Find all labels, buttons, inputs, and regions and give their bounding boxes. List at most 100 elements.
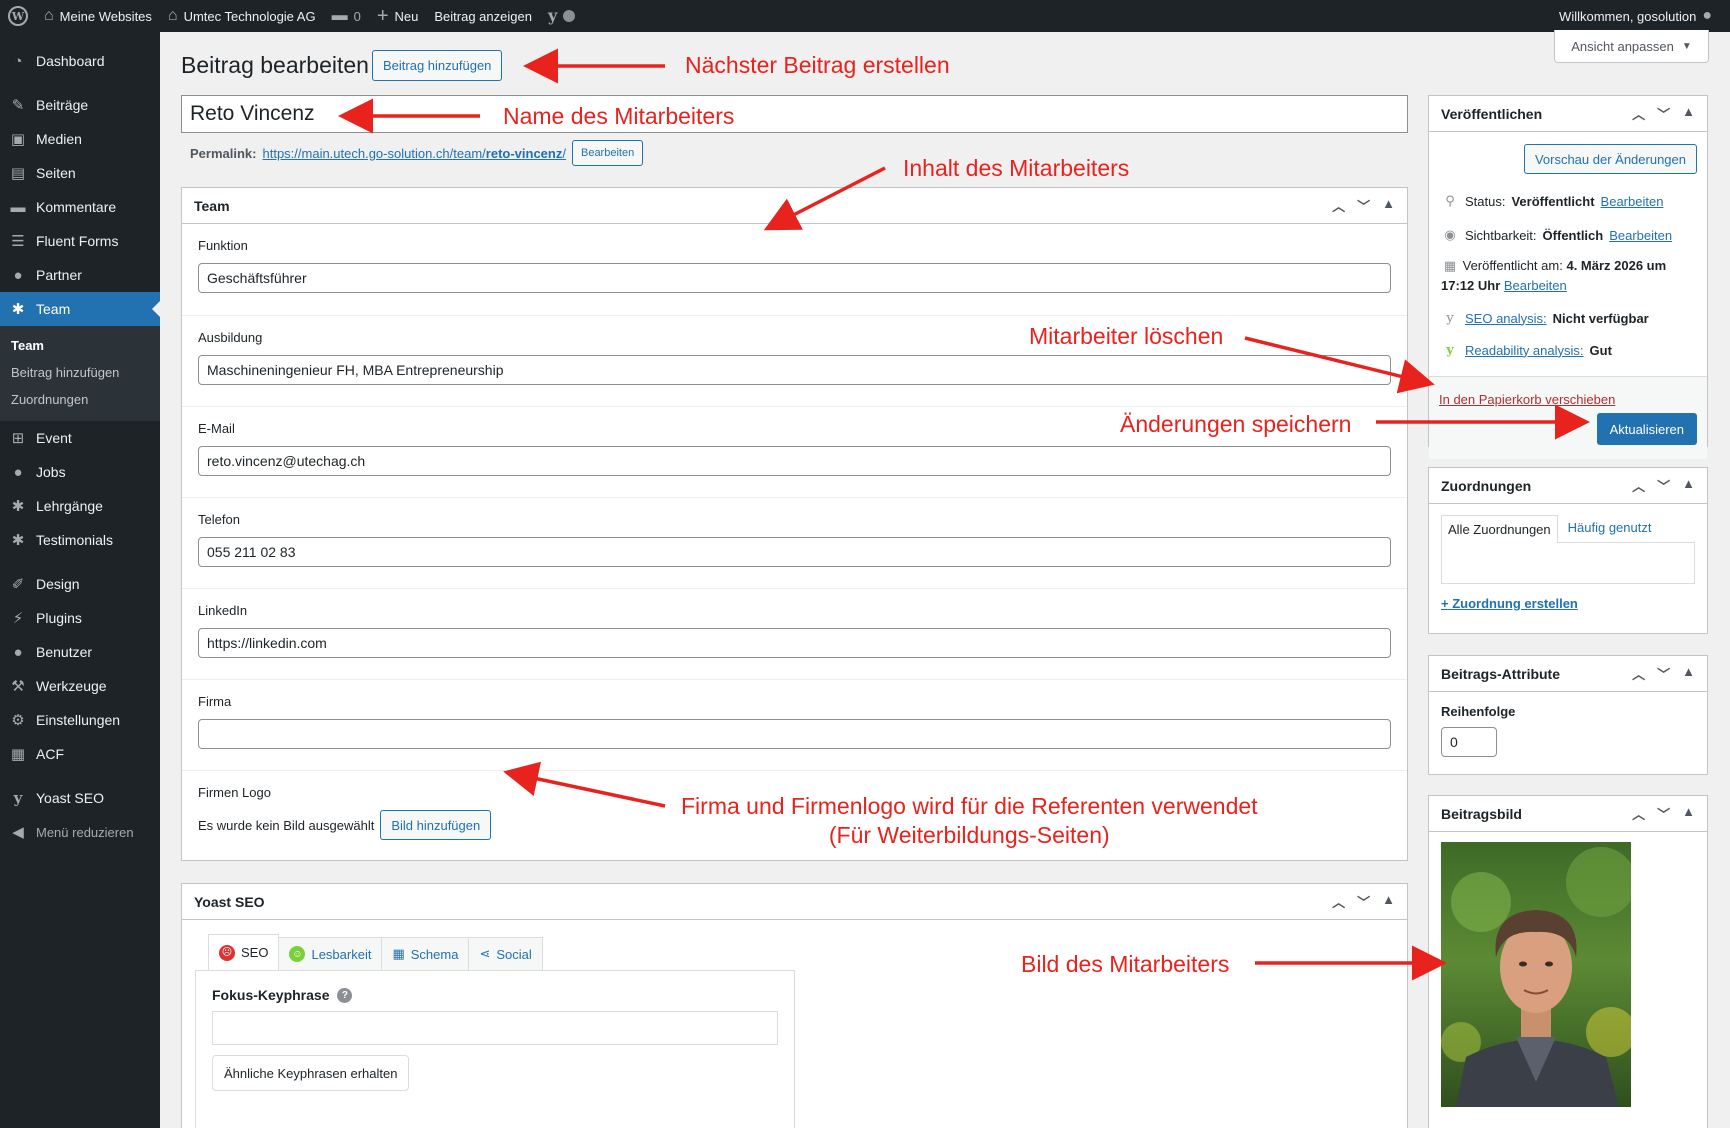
tab-popular-categories[interactable]: Häufig genutzt <box>1558 514 1662 542</box>
scrollbar-gutter[interactable] <box>1712 32 1730 1128</box>
sidebar-item-event[interactable]: ⊞ Event <box>0 421 160 455</box>
toggle-panel-icon[interactable]: ▲ <box>1382 196 1395 215</box>
acf-field-input[interactable]: https://linkedin.com <box>198 628 1391 658</box>
seo-status-dot-icon <box>563 10 576 22</box>
move-down-icon[interactable]: ﹀ <box>1657 476 1670 495</box>
my-sites-icon: ⌂ <box>44 7 54 24</box>
sidebar-item-seiten[interactable]: ▤ Seiten <box>0 156 160 190</box>
status-edit-link[interactable]: Bearbeiten <box>1601 194 1664 209</box>
move-up-icon[interactable]: ︿ <box>1632 664 1645 683</box>
add-category-link[interactable]: + Zuordnung erstellen <box>1441 596 1695 611</box>
sitemap-icon: ⊞ <box>11 430 25 447</box>
tab-social[interactable]: ⋖ Social <box>468 937 543 970</box>
page-title: Beitrag bearbeiten <box>181 52 369 78</box>
move-down-icon[interactable]: ﹀ <box>1657 664 1670 683</box>
acf-field-input[interactable]: reto.vincenz@utechag.ch <box>198 446 1391 476</box>
view-post-link[interactable]: Beitrag anzeigen <box>426 0 540 32</box>
toggle-panel-icon[interactable]: ▲ <box>1682 476 1695 495</box>
add-new-post-button[interactable]: Beitrag hinzufügen <box>372 50 503 81</box>
toggle-panel-icon[interactable]: ▲ <box>1382 892 1395 911</box>
sidebar-item-label: Benutzer <box>36 644 93 660</box>
toggle-panel-icon[interactable]: ▲ <box>1682 804 1695 823</box>
move-down-icon[interactable]: ﹀ <box>1357 892 1370 911</box>
new-content-label: Neu <box>394 8 419 24</box>
add-image-button[interactable]: Bild hinzufügen <box>380 810 492 840</box>
help-icon[interactable]: ? <box>337 987 353 1003</box>
move-up-icon[interactable]: ︿ <box>1632 476 1645 495</box>
move-down-icon[interactable]: ﹀ <box>1657 804 1670 823</box>
sidebar-item-einstellungen[interactable]: ⚙ Einstellungen <box>0 703 160 737</box>
acf-field-input[interactable]: Maschineningenieur FH, MBA Entrepreneurs… <box>198 355 1391 385</box>
status-value: Veröffentlicht <box>1511 193 1595 209</box>
sidebar-item-dashboard[interactable]: ◔ Dashboard <box>0 44 160 78</box>
sidebar-item-team[interactable]: ✱ Team <box>0 292 160 326</box>
move-down-icon[interactable]: ﹀ <box>1657 104 1670 123</box>
yoast-adminbar-button[interactable]: y <box>540 0 583 32</box>
site-name-link[interactable]: ⌂ Umtec Technologie AG <box>160 0 324 32</box>
attributes-metabox-title: Beitrags-Attribute <box>1441 665 1561 682</box>
move-up-icon[interactable]: ︿ <box>1632 804 1645 823</box>
grid-icon: ▦ <box>392 946 405 961</box>
sidebar-item-fluent-forms[interactable]: ☰ Fluent Forms <box>0 224 160 258</box>
date-edit-link[interactable]: Bearbeiten <box>1504 278 1567 293</box>
sidebar-item-medien[interactable]: ▣ Medien <box>0 122 160 156</box>
submenu-item-categories[interactable]: Zuordnungen <box>0 386 160 413</box>
tab-all-categories[interactable]: Alle Zuordnungen <box>1441 515 1558 543</box>
preview-changes-button[interactable]: Vorschau der Änderungen <box>1523 144 1697 174</box>
my-sites-label: Meine Websites <box>59 8 152 24</box>
sidebar-item-yoast[interactable]: y Yoast SEO <box>0 781 160 815</box>
comments-link[interactable]: ▬ 0 <box>324 0 369 32</box>
permalink-url[interactable]: https://main.utech.go-solution.ch/team/r… <box>262 146 566 161</box>
focus-keyphrase-input[interactable] <box>212 1011 778 1045</box>
tab-readability[interactable]: ☺ Lesbarkeit <box>278 937 383 970</box>
seo-analysis-value: Nicht verfügbar <box>1552 310 1649 326</box>
move-up-icon[interactable]: ︿ <box>1332 196 1345 215</box>
account-menu[interactable]: Willkommen, gosolution ● <box>1551 0 1720 32</box>
new-content-link[interactable]: + Neu <box>369 0 427 32</box>
sidebar-item-kommentare[interactable]: ▬ Kommentare <box>0 190 160 224</box>
readability-analysis-link[interactable]: Readability analysis: <box>1465 343 1584 358</box>
sidebar-item-testimonials[interactable]: ✱ Testimonials <box>0 523 160 557</box>
sidebar-item-design[interactable]: ✐ Design <box>0 567 160 601</box>
yoast-icon: y <box>547 6 558 25</box>
seo-analysis-link[interactable]: SEO analysis: <box>1465 311 1547 326</box>
screen-options-toggle[interactable]: Ansicht anpassen ▼ <box>1554 30 1709 63</box>
readability-value: Gut <box>1589 342 1612 358</box>
tab-seo[interactable]: ☹ SEO <box>208 934 280 970</box>
annotation-delete-employee: Mitarbeiter löschen <box>1029 323 1224 349</box>
post-title-input[interactable]: Reto Vincenz <box>181 95 1408 133</box>
sidebar-item-werkzeuge[interactable]: ⚒ Werkzeuge <box>0 669 160 703</box>
move-up-icon[interactable]: ︿ <box>1332 892 1345 911</box>
order-input[interactable]: 0 <box>1441 727 1497 757</box>
sidebar-item-label: Partner <box>36 267 82 283</box>
my-sites-link[interactable]: ⌂ Meine Websites <box>36 0 160 32</box>
wordpress-logo-button[interactable]: W <box>0 0 36 32</box>
move-down-icon[interactable]: ﹀ <box>1357 196 1370 215</box>
related-keyphrases-button[interactable]: Ähnliche Keyphrasen erhalten <box>212 1055 410 1091</box>
toggle-panel-icon[interactable]: ▲ <box>1682 664 1695 683</box>
acf-field-input[interactable]: Geschäftsführer <box>198 263 1391 293</box>
sidebar-item-label: Medien <box>36 131 82 147</box>
sidebar-item-acf[interactable]: ▦ ACF <box>0 737 160 771</box>
sidebar-item-jobs[interactable]: ● Jobs <box>0 455 160 489</box>
permalink-trail: / <box>562 145 566 161</box>
acf-field-input[interactable] <box>198 719 1391 749</box>
sidebar-item-benutzer[interactable]: ● Benutzer <box>0 635 160 669</box>
comment-bubble-icon: ▬ <box>331 7 348 24</box>
submenu-item-team[interactable]: Team <box>0 332 160 359</box>
move-to-trash-link[interactable]: In den Papierkorb verschieben <box>1439 392 1615 407</box>
sidebar-item-beiträge[interactable]: ✎ Beiträge <box>0 88 160 122</box>
update-button[interactable]: Aktualisieren <box>1596 413 1697 445</box>
tab-schema[interactable]: ▦ Schema <box>381 937 470 970</box>
submenu-item-add-post[interactable]: Beitrag hinzufügen <box>0 359 160 386</box>
sidebar-item-lehrgänge[interactable]: ✱ Lehrgänge <box>0 489 160 523</box>
permalink-edit-button[interactable]: Bearbeiten <box>571 140 644 166</box>
sidebar-item-plugins[interactable]: ⚡ Plugins <box>0 601 160 635</box>
visibility-edit-link[interactable]: Bearbeiten <box>1609 228 1672 243</box>
move-up-icon[interactable]: ︿ <box>1632 104 1645 123</box>
toggle-panel-icon[interactable]: ▲ <box>1682 104 1695 123</box>
collapse-menu-button[interactable]: ◀ Menü reduzieren <box>0 815 160 849</box>
featured-image[interactable] <box>1441 842 1631 1107</box>
sidebar-item-partner[interactable]: ● Partner <box>0 258 160 292</box>
acf-field-input[interactable]: 055 211 02 83 <box>198 537 1391 567</box>
